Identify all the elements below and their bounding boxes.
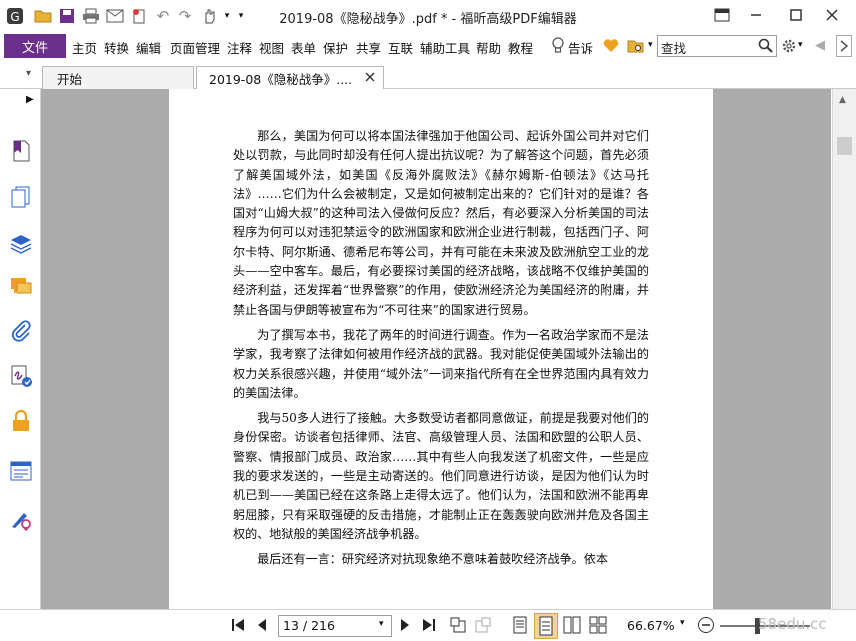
layers-icon[interactable] <box>9 231 33 255</box>
redo-icon[interactable]: ↷ <box>176 7 194 25</box>
watermark-text: 58edu.cc <box>758 615 827 633</box>
paragraph: 为了撰写本书，我花了两年的时间进行调查。作为一名政治学家而不是法学家，我考察了法… <box>233 327 649 400</box>
settings-dropdown-icon[interactable]: ▾ <box>798 40 803 50</box>
new-document-icon[interactable] <box>130 7 148 25</box>
menu-comment[interactable]: 注释 <box>227 38 252 57</box>
paragraph: 最后还有一言：研究经济对抗现象绝不意味着鼓吹经济战争。依本 <box>257 552 608 567</box>
svg-text:G: G <box>10 10 19 24</box>
heart-icon[interactable] <box>603 38 619 56</box>
maximize-icon[interactable] <box>780 4 812 26</box>
app-logo-icon: G <box>6 7 24 25</box>
tab-list-dropdown-icon[interactable]: ▾ <box>26 68 31 79</box>
last-page-icon[interactable] <box>421 617 437 636</box>
status-bar: 13 / 216 ▾ 66.67% ▾ 58edu.cc <box>0 609 856 641</box>
menu-view[interactable]: 视图 <box>259 38 284 57</box>
file-menu-button[interactable]: 文件 <box>4 34 66 58</box>
customize-quick-access-icon[interactable]: ▾ <box>232 7 250 25</box>
document-tab-strip: ▾ 开始 2019-08《隐秘战争》.... <box>0 60 856 89</box>
document-canvas[interactable]: 那么，美国为何可以将本国法律强加于他国公司、起诉外国公司并对它们处以罚款，与此同… <box>41 89 831 609</box>
paragraph: 那么，美国为何可以将本国法律强加于他国公司、起诉外国公司并对它们处以罚款，与此同… <box>233 129 649 317</box>
facing-view-icon[interactable] <box>563 616 581 637</box>
tab-start[interactable]: 开始 <box>42 66 194 89</box>
ribbon-scroll-left-icon[interactable]: ◀ <box>815 38 825 53</box>
bookmark-icon[interactable] <box>9 139 33 163</box>
previous-page-icon[interactable] <box>256 617 268 636</box>
menu-edit[interactable]: 编辑 <box>136 38 161 57</box>
next-page-icon[interactable] <box>399 617 411 636</box>
scrollbar-thumb[interactable] <box>837 137 852 155</box>
scroll-up-arrow-icon[interactable]: ▲ <box>839 95 846 105</box>
attachments-icon[interactable] <box>9 319 33 343</box>
close-window-icon[interactable] <box>816 4 848 26</box>
next-view-icon[interactable] <box>474 616 492 637</box>
continuous-facing-view-icon[interactable] <box>589 616 607 637</box>
close-tab-icon[interactable] <box>365 70 375 85</box>
zoom-dropdown-icon[interactable]: ▾ <box>680 618 685 628</box>
zoom-out-icon[interactable] <box>697 616 715 637</box>
ribbon-scroll-right-icon[interactable] <box>836 35 852 57</box>
page-body-text: 那么，美国为何可以将本国法律强加于他国公司、起诉外国公司并对它们处以罚款，与此同… <box>233 127 649 576</box>
signature-validation-icon[interactable] <box>9 507 33 532</box>
menu-help[interactable]: 帮助 <box>476 38 501 57</box>
hand-tool-icon[interactable] <box>200 7 218 25</box>
single-page-view-icon[interactable] <box>513 616 527 637</box>
tab-start-label: 开始 <box>57 71 83 87</box>
title-bar: G ↶ ↷ ▾ ▾ 2019-08《隐秘战争》.pdf * - 福昕高级PDF编… <box>0 0 856 32</box>
menu-bar: 文件 主页 转换 编辑 页面管理 注释 视图 表单 保护 共享 互联 辅助工具 … <box>0 32 856 60</box>
page-number-input[interactable]: 13 / 216 ▾ <box>278 615 392 637</box>
pdf-page: 那么，美国为何可以将本国法律强加于他国公司、起诉外国公司并对它们处以罚款，与此同… <box>169 89 713 609</box>
menu-share[interactable]: 共享 <box>356 38 381 57</box>
menu-page-manage[interactable]: 页面管理 <box>170 38 220 57</box>
navigation-panel: ▶ <box>0 89 48 609</box>
menu-form[interactable]: 表单 <box>291 38 316 57</box>
menu-connect[interactable]: 互联 <box>388 38 413 57</box>
comments-icon[interactable] <box>9 275 33 299</box>
search-input[interactable]: 查找 <box>657 35 777 57</box>
find-folder-icon[interactable] <box>627 39 645 56</box>
email-icon[interactable] <box>106 7 124 25</box>
find-dropdown-icon[interactable]: ▾ <box>648 40 653 50</box>
print-icon[interactable] <box>82 7 100 25</box>
menu-convert[interactable]: 转换 <box>104 38 129 57</box>
page-number-value: 13 / 216 <box>283 618 335 633</box>
lightbulb-icon <box>551 37 565 58</box>
search-placeholder: 查找 <box>661 41 687 56</box>
tell-me-label[interactable]: 告诉 <box>568 38 593 57</box>
undo-icon[interactable]: ↶ <box>154 7 172 25</box>
menu-accessibility[interactable]: 辅助工具 <box>420 38 470 57</box>
page-thumbnails-icon[interactable] <box>9 185 33 209</box>
menu-tutorial[interactable]: 教程 <box>508 38 533 57</box>
previous-view-icon[interactable] <box>449 616 467 637</box>
search-icon[interactable] <box>758 38 773 56</box>
settings-gear-icon[interactable] <box>781 38 797 57</box>
ribbon-mode-icon[interactable] <box>706 4 738 26</box>
signature-icon[interactable] <box>9 364 33 388</box>
save-icon[interactable] <box>58 7 76 25</box>
expand-panel-icon[interactable]: ▶ <box>26 94 34 105</box>
open-folder-icon[interactable] <box>34 7 52 25</box>
continuous-view-icon[interactable] <box>534 613 558 639</box>
tab-document-label: 2019-08《隐秘战争》.... <box>209 71 353 87</box>
menu-protect[interactable]: 保护 <box>323 38 348 57</box>
form-fields-icon[interactable] <box>9 459 33 483</box>
first-page-icon[interactable] <box>230 617 246 636</box>
minimize-icon[interactable] <box>740 4 772 26</box>
menu-home[interactable]: 主页 <box>72 38 97 57</box>
page-dropdown-icon[interactable]: ▾ <box>379 619 384 629</box>
tab-document[interactable]: 2019-08《隐秘战争》.... <box>196 66 384 89</box>
security-lock-icon[interactable] <box>9 409 33 433</box>
paragraph: 我与50多人进行了接触。大多数受访者都同意做证，前提是我要对他们的身份保密。访谈… <box>233 411 649 541</box>
zoom-level[interactable]: 66.67% <box>627 618 675 633</box>
vertical-scrollbar[interactable]: ▲ <box>832 89 856 609</box>
